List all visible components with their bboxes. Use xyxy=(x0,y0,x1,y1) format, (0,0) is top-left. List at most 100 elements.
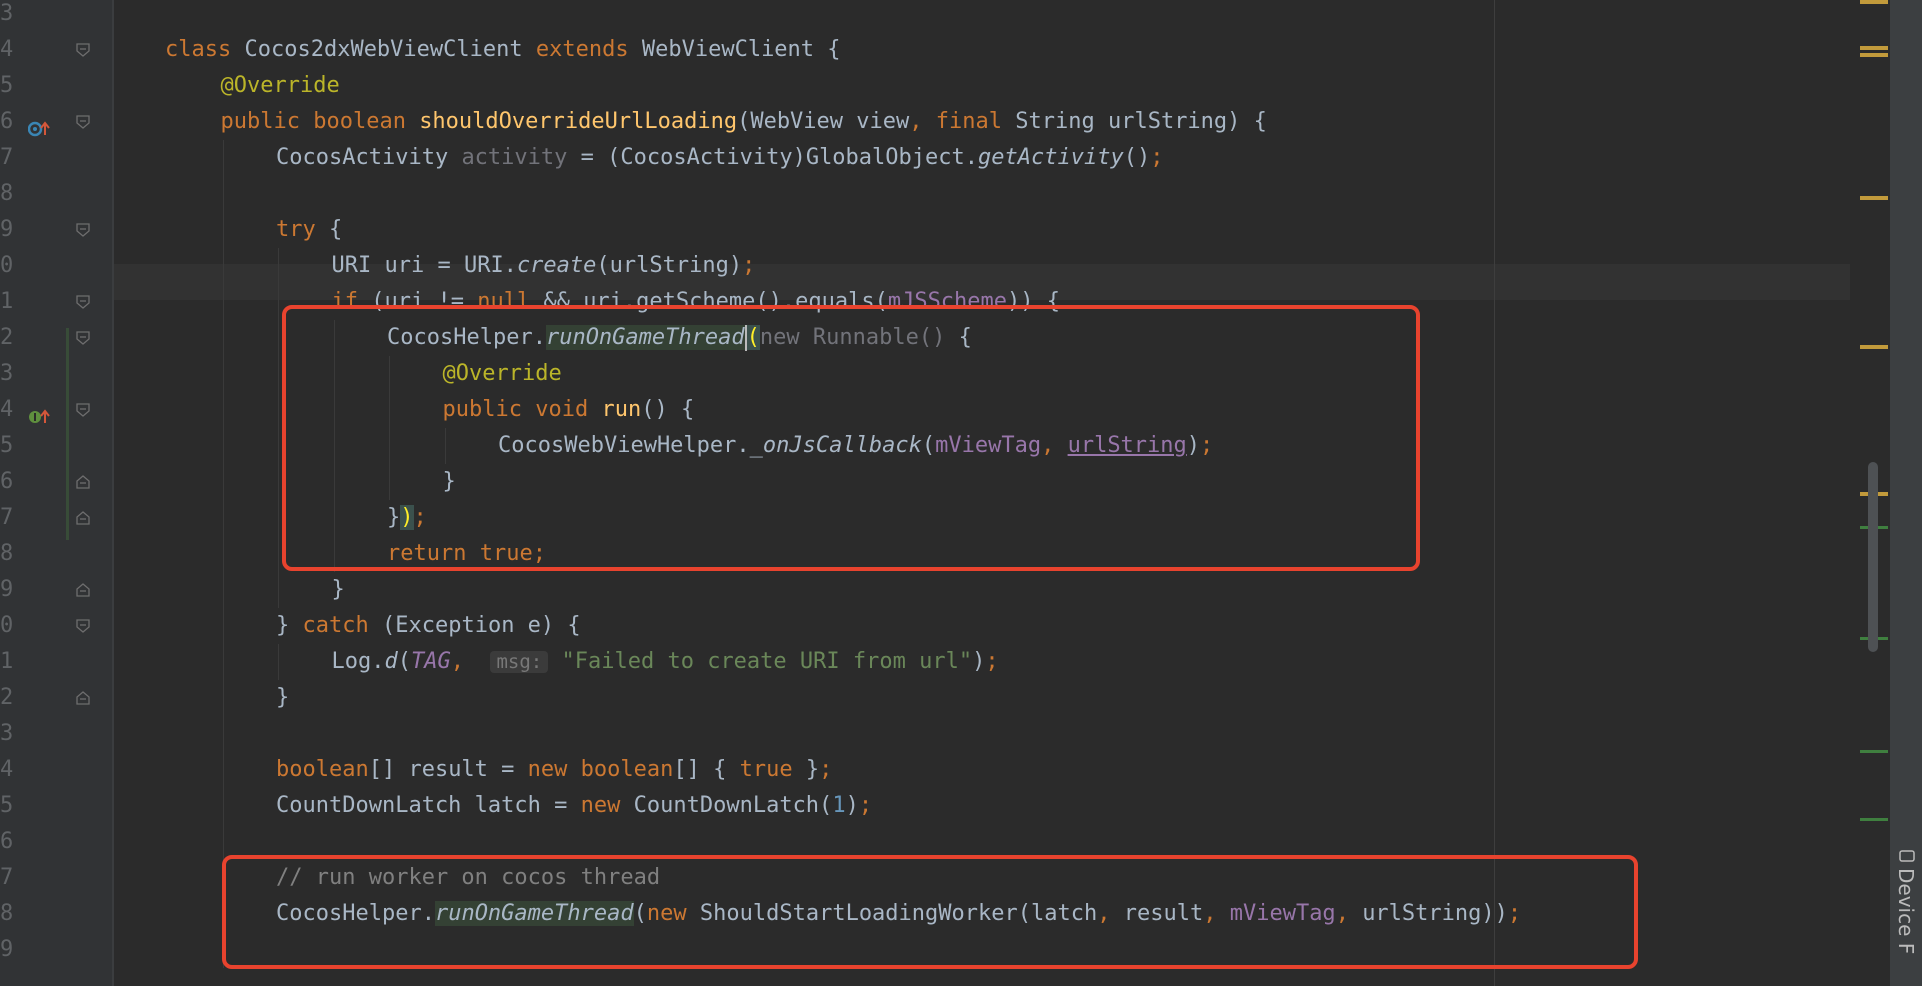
code-token: return xyxy=(387,541,480,566)
indent-guide xyxy=(278,248,279,284)
fold-toggle-icon[interactable] xyxy=(76,475,90,489)
fold-toggle-icon[interactable] xyxy=(76,331,90,345)
code-line[interactable]: 4 class Cocos2dxWebViewClient extends Web… xyxy=(0,32,1850,68)
indent-guide xyxy=(333,320,335,356)
override-method-icon[interactable] xyxy=(27,118,50,137)
code-line[interactable]: 9} xyxy=(0,572,1850,608)
fold-toggle-icon[interactable] xyxy=(76,691,90,705)
indent-guide xyxy=(222,572,224,608)
code-line[interactable]: 5 CountDownLatch latch = new CountDownLat… xyxy=(0,788,1850,824)
device-file-explorer-tab[interactable]: Device F xyxy=(1894,850,1918,986)
code-text: CountDownLatch latch = new CountDownLatc… xyxy=(276,788,872,824)
fold-toggle-icon[interactable] xyxy=(76,43,90,57)
implement-method-icon[interactable] xyxy=(28,406,50,423)
code-token: } xyxy=(331,577,345,602)
fold-toggle-icon[interactable] xyxy=(76,619,90,633)
error-stripe-mark[interactable] xyxy=(1860,345,1888,349)
indent-guide xyxy=(444,428,446,464)
code-line[interactable]: 9 try { xyxy=(0,212,1850,248)
indent-guide xyxy=(389,356,390,392)
indent-guide xyxy=(222,392,224,428)
code-token: () xyxy=(1123,145,1151,170)
code-token: result xyxy=(1123,901,1204,926)
code-token: try xyxy=(276,217,329,242)
code-token: (uri != xyxy=(371,289,478,314)
code-line[interactable]: 6} xyxy=(0,464,1850,500)
code-line[interactable]: 4 boolean[] result = new boolean[] { true… xyxy=(0,752,1850,788)
indent-guide xyxy=(222,464,224,500)
error-stripe-mark[interactable] xyxy=(1860,46,1888,50)
code-token: CountDownLatch latch = xyxy=(276,793,581,818)
vertical-scrollbar-thumb[interactable] xyxy=(1868,462,1878,652)
code-token: ( xyxy=(921,433,936,458)
code-line[interactable]: 8 CocosHelper.runOnGameThread(new ShouldS… xyxy=(0,896,1850,932)
indent-guide xyxy=(278,500,279,536)
error-stripe-mark[interactable] xyxy=(1860,196,1888,200)
code-text: } xyxy=(276,680,289,716)
code-token: true xyxy=(479,541,533,566)
code-token: class xyxy=(165,37,245,62)
code-token: new xyxy=(646,901,700,926)
code-line[interactable]: 7 CocosActivity activity = (CocosActivity… xyxy=(0,140,1850,176)
code-line[interactable]: 2} xyxy=(0,680,1850,716)
code-token: { xyxy=(958,325,972,350)
change-stripe-mark[interactable] xyxy=(1860,818,1888,821)
code-line[interactable]: 7}); xyxy=(0,500,1850,536)
fold-toggle-icon[interactable] xyxy=(76,115,90,129)
code-line[interactable]: 5 @Override xyxy=(0,68,1850,104)
code-text: CocosWebViewHelper._onJsCallback(mViewTa… xyxy=(498,428,1213,464)
code-token: ; xyxy=(985,649,999,674)
code-line[interactable]: 1 Log.d(TAG, msg: "Failed to create URI f… xyxy=(0,644,1850,680)
code-token: runOnGameThread xyxy=(545,325,745,350)
code-token: getActivity xyxy=(978,145,1124,170)
indent-guide xyxy=(333,536,335,572)
code-text: class Cocos2dxWebViewClient extends WebV… xyxy=(165,32,841,68)
change-stripe-mark[interactable] xyxy=(1860,750,1888,753)
indent-guide xyxy=(278,464,279,500)
fold-toggle-icon[interactable] xyxy=(76,223,90,237)
fold-toggle-icon[interactable] xyxy=(76,295,90,309)
code-line[interactable]: 6 xyxy=(0,824,1850,860)
code-line[interactable]: 8 return true; xyxy=(0,536,1850,572)
error-stripe-mark[interactable] xyxy=(1860,0,1888,4)
indent-guide xyxy=(222,212,224,248)
code-line[interactable]: 1 if (uri != null && uri.getScheme().equa… xyxy=(0,284,1850,320)
code-line[interactable]: 0 URI uri = URI.create(urlString); xyxy=(0,248,1850,284)
code-token: ( xyxy=(633,901,647,926)
code-line[interactable]: 0} catch (Exception e) { xyxy=(0,608,1850,644)
code-line[interactable]: 3 @Override xyxy=(0,356,1850,392)
code-text: CocosHelper.runOnGameThread(new ShouldSt… xyxy=(276,896,1521,932)
line-number: 5 xyxy=(0,433,14,458)
code-line[interactable]: 3 xyxy=(0,0,1850,32)
code-line[interactable]: 6 public boolean shouldOverrideUrlLoading… xyxy=(0,104,1850,140)
line-number: 6 xyxy=(0,109,14,134)
fold-toggle-icon[interactable] xyxy=(76,583,90,597)
code-text: }); xyxy=(387,500,427,536)
code-token: @Override xyxy=(442,361,562,386)
code-token: true xyxy=(739,757,806,782)
indent-guide xyxy=(333,356,335,392)
code-token: && uri.getScheme().equals( xyxy=(543,289,888,314)
code-line[interactable]: 2 CocosHelper.runOnGameThread(new Runnabl… xyxy=(0,320,1850,356)
code-token: mJSScheme xyxy=(887,289,1008,314)
code-token: } xyxy=(387,505,401,530)
code-token: { xyxy=(328,217,343,242)
code-line[interactable]: 5 CocosWebViewHelper._onJsCallback(mViewT… xyxy=(0,428,1850,464)
code-line[interactable]: 4 public void run() { xyxy=(0,392,1850,428)
indent-guide xyxy=(222,896,224,932)
code-line[interactable]: 9 xyxy=(0,932,1850,968)
code-token: boolean xyxy=(580,757,674,782)
indent-guide xyxy=(222,788,224,824)
fold-toggle-icon[interactable] xyxy=(76,403,90,417)
line-number: 8 xyxy=(0,541,14,566)
line-number: 7 xyxy=(0,145,14,170)
code-editor[interactable]: 3 4 class Cocos2dxWebViewClient extends We… xyxy=(0,0,1922,986)
fold-toggle-icon[interactable] xyxy=(76,511,90,525)
code-line[interactable]: 7 // run worker on cocos thread xyxy=(0,860,1850,896)
code-line[interactable]: 8 xyxy=(0,176,1850,212)
indent-guide xyxy=(389,392,390,428)
code-line[interactable]: 3 xyxy=(0,716,1850,752)
indent-guide xyxy=(222,608,224,644)
error-stripe-mark[interactable] xyxy=(1860,53,1888,57)
